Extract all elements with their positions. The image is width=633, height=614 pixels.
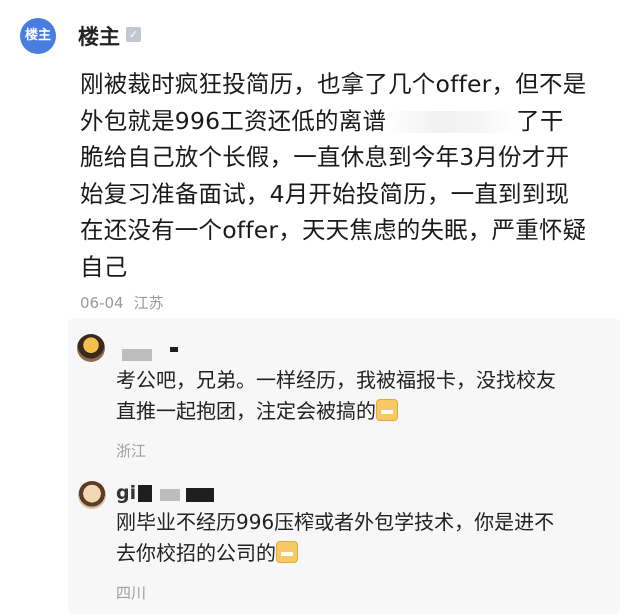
reply-avatar[interactable]: [78, 481, 106, 509]
redaction-block: [122, 349, 152, 361]
post-line-text: 了干: [516, 106, 564, 135]
reply-location: 浙江: [116, 442, 147, 460]
verified-icon: ✓: [126, 27, 141, 42]
reply-avatar[interactable]: [77, 334, 105, 362]
post-location: 江苏: [133, 294, 164, 312]
reply-text: 刚毕业不经历996压榨或者外包学技术，你是进不 去你校招的公司的: [116, 507, 554, 569]
post-meta: 06-04 江苏: [80, 292, 174, 313]
redaction-block: [138, 485, 152, 502]
post-content: 刚被裁时疯狂投简历，也拿了几个offer，但不是 外包就是996工资还低的离谱 了…: [80, 66, 620, 285]
redaction-blur: [386, 111, 517, 133]
reply-line: 刚毕业不经历996压榨或者外包学技术，你是进不: [116, 510, 555, 534]
reply-panel: [68, 318, 620, 614]
post-date: 06-04: [80, 294, 124, 312]
op-avatar[interactable]: 楼主: [20, 18, 56, 54]
post-line: 始复习准备面试，4月开始投简历，一直到到现: [80, 179, 570, 208]
post-line-text: 外包就是996工资还低的离谱: [80, 106, 387, 135]
reply-text: 考公吧，兄弟。一样经历，我被福报卡，没找校友 直推一起抱团，注定会被搞的: [116, 365, 556, 427]
reply-line: 考公吧，兄弟。一样经历，我被福报卡，没找校友: [116, 368, 556, 392]
post-line: 刚被裁时疯狂投简历，也拿了几个offer，但不是: [80, 70, 587, 98]
redaction-block: [160, 489, 180, 501]
reply-line: 去你校招的公司的: [116, 538, 554, 569]
grimace-emoji-icon: [376, 399, 398, 421]
post-line: 脆给自己放个长假，一直休息到今年3月份才开: [80, 143, 570, 171]
reply-line-text: 去你校招的公司的: [116, 541, 276, 565]
post-line: 外包就是996工资还低的离谱 了干: [80, 103, 620, 140]
grimace-emoji-icon: [276, 541, 298, 563]
reply-location: 四川: [116, 584, 147, 602]
reply-username[interactable]: gi: [116, 482, 136, 504]
reply-line: 直推一起抱团，注定会被搞的: [116, 396, 556, 427]
post-line: 自己: [80, 252, 128, 281]
op-name[interactable]: 楼主: [78, 21, 120, 51]
post-line: 在还没有一个offer，天天焦虑的失眠，严重怀疑: [80, 216, 587, 244]
redaction-block: [186, 488, 214, 502]
reply-line-text: 直推一起抱团，注定会被搞的: [116, 399, 376, 423]
redaction-block: [170, 347, 178, 352]
